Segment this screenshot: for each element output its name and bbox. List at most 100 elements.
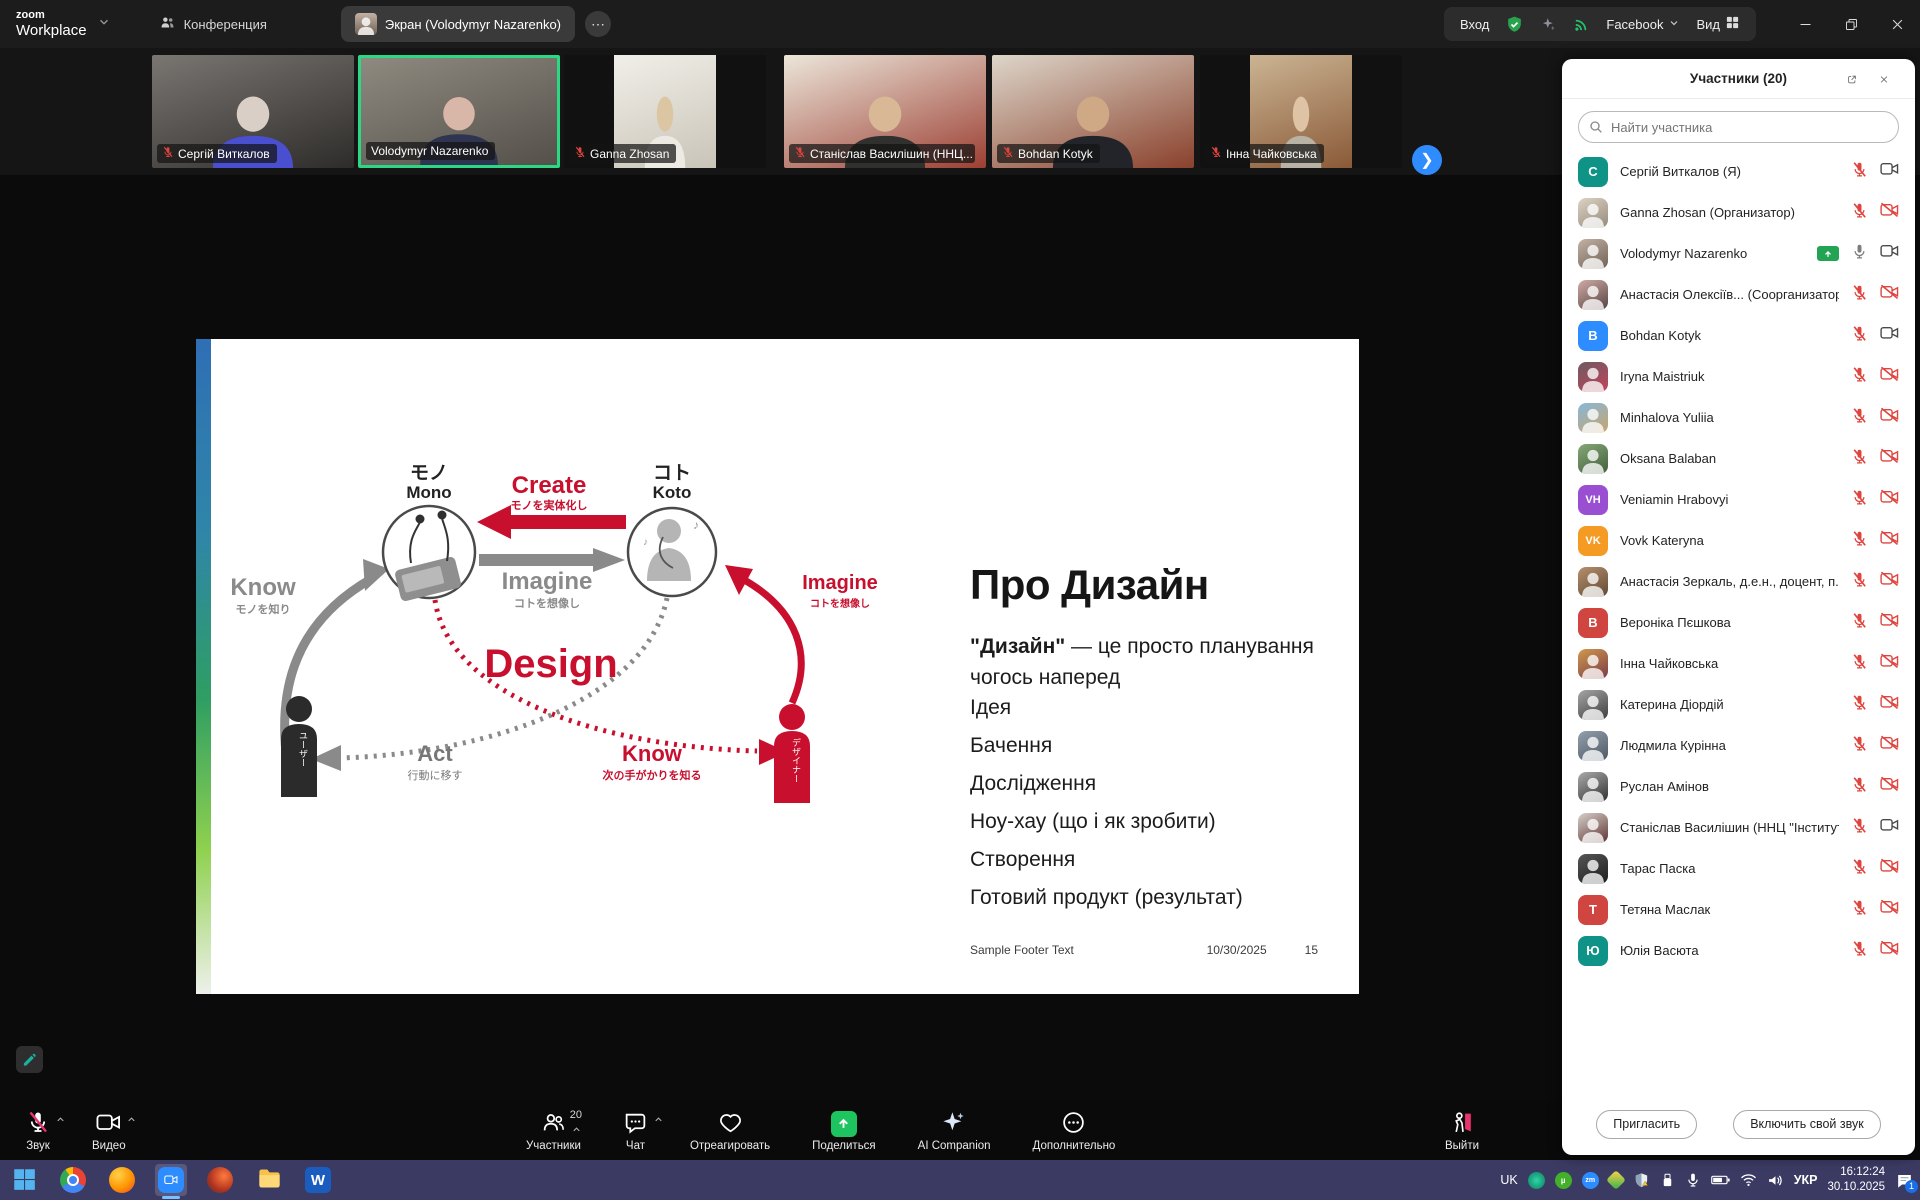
utorrent-icon[interactable]: µ [1555,1172,1572,1189]
volume-icon[interactable] [1767,1173,1784,1188]
svg-text:Imagine: Imagine [802,572,878,594]
window-minimize-button[interactable] [1782,0,1828,48]
notifications-icon[interactable]: 1 [1895,1171,1914,1190]
video-tile[interactable]: Bohdan Kotyk [992,55,1194,168]
window-close-button[interactable] [1874,0,1920,48]
design-cycle-diagram: ♪ ♪ モノ Mono コト Koto Create モノを実体化し Imagi… [211,367,911,937]
chevron-up-icon[interactable] [126,1113,137,1128]
mic-tray-icon[interactable] [1685,1172,1701,1188]
micoff-icon [26,1110,50,1137]
participant-row[interactable]: ЮЮлія Васюта [1562,930,1915,971]
video-tile[interactable]: Інна Чайковська [1200,55,1402,168]
tab-conference[interactable]: Конференция [145,6,281,42]
view-button[interactable]: Вид [1696,15,1740,33]
participant-row[interactable]: Minhalova Yuliia [1562,397,1915,438]
mic-off-icon [1851,899,1868,921]
battery-icon[interactable] [1711,1173,1730,1187]
participant-name: Сергій Виткалов (Я) [1620,164,1839,179]
more-button[interactable]: Дополнительно [1029,1102,1120,1160]
participant-name: Руслан Амінов [1620,779,1839,794]
participant-name: Анастасія Зеркаль, д.е.н., доцент, п... [1620,574,1839,589]
screen-share-badge-icon [1817,246,1839,261]
video-tile[interactable]: Ganna Zhosan [564,55,766,168]
leave-button[interactable]: Выйти [1441,1102,1483,1160]
participant-status-icons [1851,366,1899,388]
participant-row[interactable]: ССергій Виткалов (Я) [1562,151,1915,192]
toolbar-button-label: Чат [626,1140,645,1152]
participant-status-icons [1851,735,1899,757]
audio-button[interactable]: Звук [22,1102,54,1160]
taskbar-app-browser-orange[interactable] [106,1164,138,1196]
slide-title: Про Дизайн [970,561,1209,609]
participant-row[interactable]: Катерина Діордій [1562,684,1915,725]
chevron-up-icon[interactable] [571,1123,582,1138]
taskbar-app-chrome[interactable] [57,1164,89,1196]
participant-row[interactable]: Людмила Курінна [1562,725,1915,766]
taskbar-app-file-explorer[interactable] [253,1164,285,1196]
search-input[interactable] [1578,111,1899,143]
taskbar-app-browser-dark[interactable] [204,1164,236,1196]
participant-row[interactable]: Інна Чайковська [1562,643,1915,684]
react-button[interactable]: Отреагировать [686,1102,774,1160]
clock[interactable]: 16:12:2430.10.2025 [1827,1165,1885,1195]
participant-row[interactable]: Volodymyr Nazarenko [1562,233,1915,274]
camera-on-icon [1880,325,1899,346]
chat-button[interactable]: Чат [619,1102,652,1160]
participant-row[interactable]: ВВероніка Пєшкова [1562,602,1915,643]
taskbar-app-word[interactable]: W [302,1164,334,1196]
chevron-up-icon[interactable] [653,1113,664,1128]
participant-row[interactable]: BBohdan Kotyk [1562,315,1915,356]
chevron-up-icon[interactable] [55,1113,66,1128]
close-panel-icon[interactable] [1873,68,1895,90]
usb-icon[interactable] [1660,1173,1675,1188]
tab-screen-share[interactable]: Экран (Volodymyr Nazarenko) [341,6,575,42]
search-icon [1588,119,1604,135]
keyboard-layout[interactable]: УКР [1794,1173,1818,1187]
taskbar-app-start[interactable] [8,1164,40,1196]
ai-button[interactable]: AI Companion [914,1102,995,1160]
ai-sparkle-icon[interactable] [1540,16,1557,33]
svg-text:Koto: Koto [653,483,692,502]
avatar [1578,403,1608,433]
participant-row[interactable]: Тарас Паска [1562,848,1915,889]
participant-row[interactable]: Анастасія Олексіїв... (Соорганизатор) [1562,274,1915,315]
svg-text:モノ: モノ [410,463,448,484]
taskbar-app-zoom[interactable] [155,1164,187,1196]
facebook-stream-button[interactable]: Facebook [1606,17,1680,32]
window-restore-button[interactable] [1828,0,1874,48]
mic-off-icon [1851,530,1868,552]
vpn-diamond-icon[interactable] [1609,1173,1623,1187]
mic-off-icon [1851,489,1868,511]
unmute-self-button[interactable]: Включить свой звук [1733,1110,1881,1139]
participant-row[interactable]: Ganna Zhosan (Организатор) [1562,192,1915,233]
participant-row[interactable]: Станіслав Василішин (ННЦ "Інститут... [1562,807,1915,848]
participant-row[interactable]: Iryna Maistriuk [1562,356,1915,397]
mic-off-icon [1002,146,1014,161]
invite-button[interactable]: Пригласить [1596,1110,1697,1139]
security-shield-icon[interactable] [1505,15,1524,34]
video-button[interactable]: Видео [88,1102,130,1160]
video-tile[interactable]: Сергій Виткалов [152,55,354,168]
camera-off-icon [1880,694,1899,715]
share-button[interactable]: Поделиться [808,1102,880,1160]
tray-app-green-icon[interactable] [1528,1172,1545,1189]
video-tile[interactable]: Станіслав Василішин (ННЦ... [784,55,986,168]
popout-panel-icon[interactable] [1841,68,1863,90]
login-button[interactable]: Вход [1460,17,1489,32]
logo-chevron-down-icon[interactable] [97,15,111,34]
wifi-icon[interactable] [1740,1173,1757,1187]
participants-button[interactable]: 20 Участники [522,1102,585,1160]
participant-row[interactable]: VHVeniamin Hrabovyi [1562,479,1915,520]
keyboard-layout-left[interactable]: UK [1500,1173,1517,1187]
participant-row[interactable]: VKVovk Kateryna [1562,520,1915,561]
participant-row[interactable]: ТТетяна Маслак [1562,889,1915,930]
security-shield-warning-icon[interactable] [1633,1172,1650,1189]
participant-row[interactable]: Руслан Амінов [1562,766,1915,807]
next-videos-button[interactable]: ❯ [1412,145,1442,175]
video-tile[interactable]: Volodymyr Nazarenko [358,55,560,168]
participant-row[interactable]: Анастасія Зеркаль, д.е.н., доцент, п... [1562,561,1915,602]
tab-more-button[interactable]: ⋯ [585,11,611,37]
annotate-button[interactable] [16,1046,43,1073]
zoom-tray-icon[interactable]: zm [1582,1172,1599,1189]
participant-row[interactable]: Oksana Balaban [1562,438,1915,479]
